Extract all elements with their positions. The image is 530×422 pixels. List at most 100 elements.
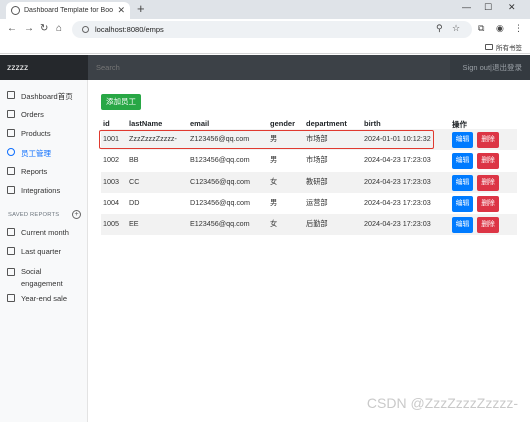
sidebar-item-label: 员工管理: [21, 149, 51, 158]
cell-id: 1005: [103, 219, 119, 228]
col-header-gender: gender: [270, 119, 296, 128]
browser-tab[interactable]: Dashboard Template for Boo ✕: [6, 2, 130, 19]
cell-id: 1002: [103, 155, 119, 164]
sidebar: Dashboard首页 Orders Products 员工管理 Reports…: [0, 80, 88, 422]
url-field[interactable]: localhost:8080/emps: [72, 21, 472, 38]
globe-icon: [11, 6, 20, 15]
report-label: Current month: [21, 228, 69, 237]
sidebar-item-label: Integrations: [21, 186, 61, 195]
minimize-icon[interactable]: —: [462, 2, 471, 12]
users-icon: [7, 148, 15, 156]
cell-birth: 2024-04-23 17:23:03: [364, 219, 431, 228]
sidebar-item-label: Orders: [21, 110, 44, 119]
sidebar-item-reports[interactable]: Reports: [7, 167, 47, 176]
layers-icon: [7, 186, 15, 194]
top-navbar: zzzzz Sign out|退出登录: [0, 55, 530, 80]
tab-title: Dashboard Template for Boo: [24, 7, 113, 14]
col-header-email: email: [190, 119, 210, 128]
bar-chart-icon: [7, 167, 15, 175]
edit-button[interactable]: 编辑: [452, 132, 473, 148]
delete-button[interactable]: 删除: [477, 217, 499, 233]
cell-email: D123456@qq.com: [190, 198, 251, 207]
file-icon: [7, 110, 15, 118]
col-header-id: id: [103, 119, 110, 128]
extensions-icon[interactable]: ⧉: [478, 23, 484, 34]
brand[interactable]: zzzzz: [0, 55, 88, 80]
watermark: CSDN @ZzzZzzzZzzzz-: [366, 395, 518, 411]
report-label: Social engagement: [21, 267, 63, 288]
table-row: 1005 EE E123456@qq.com 女 后勤部 2024-04-23 …: [101, 214, 517, 235]
sidebar-report-social[interactable]: Social engagement: [7, 266, 77, 290]
cell-birth: 2024-04-23 17:23:03: [364, 198, 431, 207]
cell-birth: 2024-04-23 17:23:03: [364, 177, 431, 186]
col-header-birth: birth: [364, 119, 381, 128]
file-text-icon: [7, 268, 15, 276]
cell-id: 1004: [103, 198, 119, 207]
report-label: Last quarter: [21, 247, 62, 256]
folder-icon: [485, 44, 493, 50]
new-tab-icon[interactable]: +: [137, 1, 145, 16]
sidebar-item-products[interactable]: Products: [7, 129, 51, 138]
edit-button[interactable]: 编辑: [452, 175, 473, 191]
delete-button[interactable]: 删除: [477, 132, 499, 148]
cart-icon: [7, 129, 15, 137]
report-label: Year-end sale: [21, 294, 68, 303]
cell-department: 市场部: [306, 155, 328, 164]
cell-gender: 女: [270, 177, 278, 186]
add-report-icon[interactable]: +: [72, 210, 81, 219]
site-info-icon[interactable]: [82, 26, 89, 33]
file-text-icon: [7, 247, 15, 255]
delete-button[interactable]: 删除: [477, 196, 499, 212]
cell-lastname: EE: [129, 219, 139, 228]
delete-button[interactable]: 删除: [477, 175, 499, 191]
cell-lastname: DD: [129, 198, 140, 207]
cell-email: C123456@qq.com: [190, 177, 251, 186]
close-tab-icon[interactable]: ✕: [117, 5, 125, 16]
cell-gender: 女: [270, 219, 278, 228]
maximize-icon[interactable]: ☐: [484, 2, 492, 13]
delete-button[interactable]: 删除: [477, 153, 499, 169]
sidebar-item-label: Reports: [21, 167, 48, 176]
col-header-department: department: [306, 119, 347, 128]
add-employee-button[interactable]: 添加员工: [101, 94, 141, 110]
sidebar-item-dashboard[interactable]: Dashboard首页: [7, 91, 73, 102]
edit-button[interactable]: 编辑: [452, 217, 473, 233]
sidebar-report-last-quarter[interactable]: Last quarter: [7, 247, 61, 256]
sidebar-item-employees[interactable]: 员工管理: [7, 148, 51, 159]
signout-link[interactable]: Sign out|退出登录: [463, 55, 522, 80]
profile-icon[interactable]: ◉: [496, 23, 504, 34]
all-bookmarks[interactable]: 所有书签: [485, 42, 522, 52]
sidebar-item-label: Products: [21, 129, 51, 138]
cell-lastname: BB: [129, 155, 139, 164]
sidebar-report-current-month[interactable]: Current month: [7, 228, 69, 237]
forward-icon[interactable]: →: [24, 23, 34, 34]
cell-lastname: CC: [129, 177, 140, 186]
home-nav-icon[interactable]: ⌂: [56, 23, 62, 34]
search-input[interactable]: [88, 55, 450, 80]
cell-gender: 男: [270, 198, 278, 207]
edit-button[interactable]: 编辑: [452, 196, 473, 212]
cell-gender: 男: [270, 155, 278, 164]
cell-department: 教研部: [306, 177, 328, 186]
edit-button[interactable]: 编辑: [452, 153, 473, 169]
menu-icon[interactable]: ⋮: [514, 23, 523, 34]
cell-id: 1003: [103, 177, 119, 186]
cell-email: B123456@qq.com: [190, 155, 250, 164]
sidebar-item-integrations[interactable]: Integrations: [7, 186, 60, 195]
url-text: localhost:8080/emps: [95, 25, 164, 34]
sidebar-item-orders[interactable]: Orders: [7, 110, 44, 119]
zoom-icon[interactable]: ⚲: [436, 23, 443, 34]
address-bar-row: ← → ↻ ⌂ localhost:8080/emps ⚲ ☆ ⧉ ◉ ⋮: [0, 19, 530, 40]
all-bookmarks-label: 所有书签: [496, 45, 522, 52]
close-window-icon[interactable]: ✕: [508, 2, 516, 13]
cell-birth: 2024-04-23 17:23:03: [364, 155, 431, 164]
sidebar-report-year-end[interactable]: Year-end sale: [7, 294, 67, 303]
col-header-lastname: lastName: [129, 119, 163, 128]
saved-reports-heading: SAVED REPORTS: [8, 212, 60, 218]
back-icon[interactable]: ←: [7, 23, 17, 34]
star-icon[interactable]: ☆: [452, 23, 460, 34]
file-text-icon: [7, 228, 15, 236]
table-row: 1004 DD D123456@qq.com 男 运营部 2024-04-23 …: [101, 193, 517, 214]
home-icon: [7, 91, 15, 99]
reload-icon[interactable]: ↻: [40, 23, 48, 34]
